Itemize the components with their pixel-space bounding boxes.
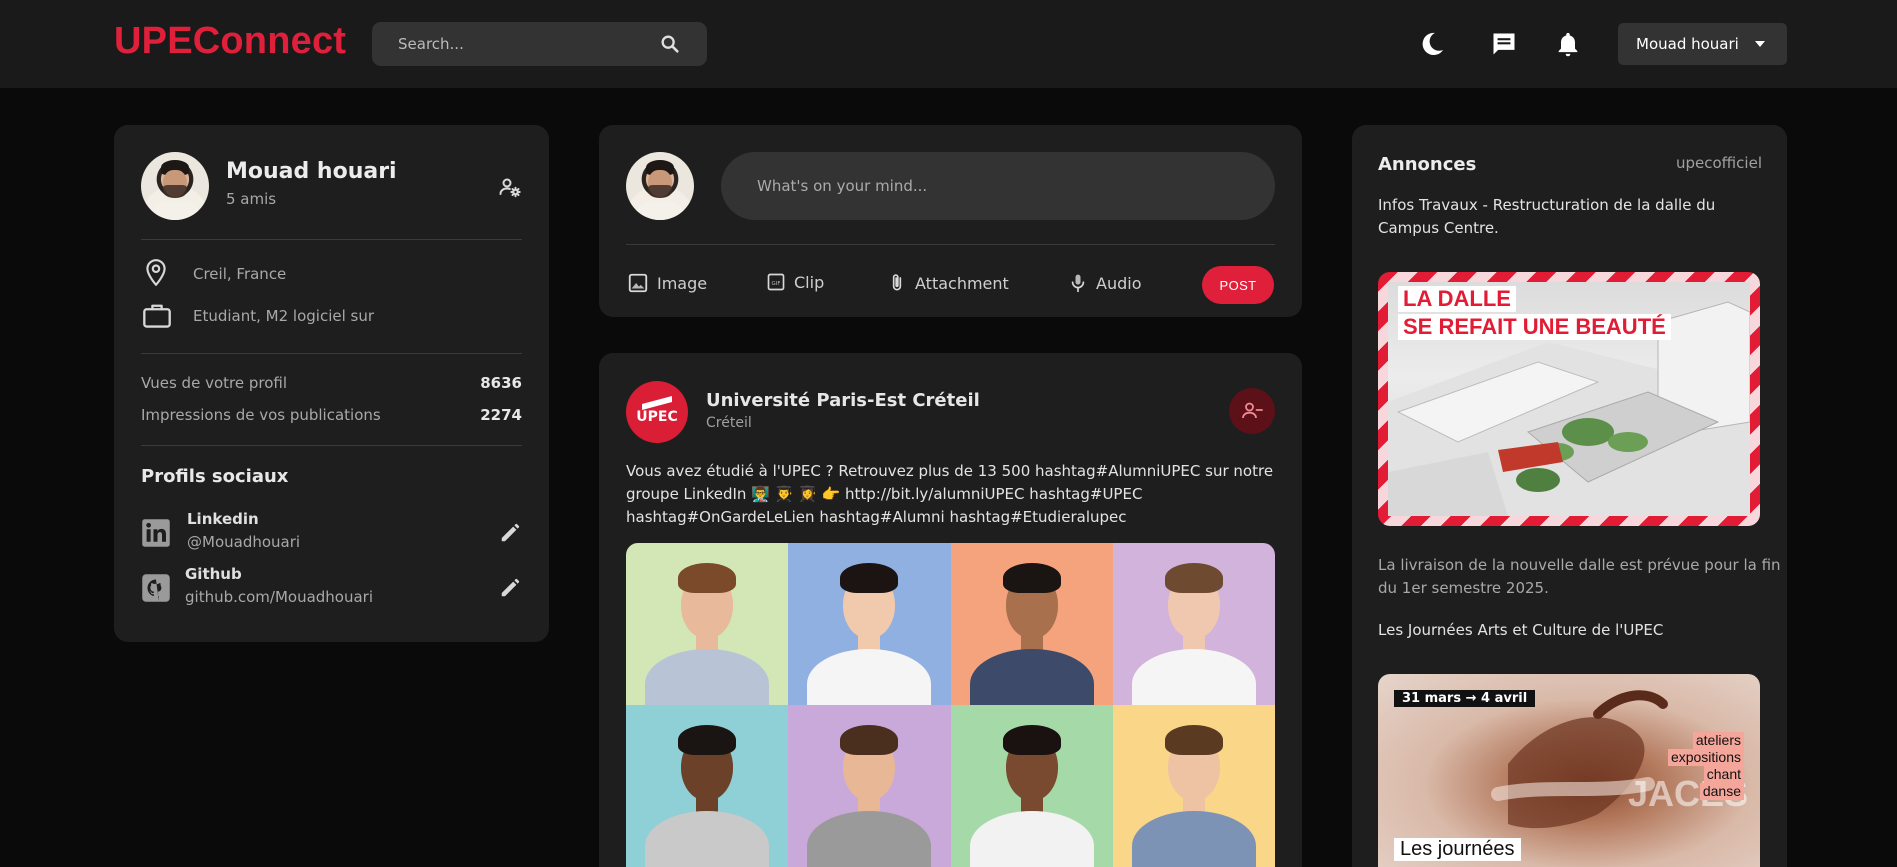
person-remove-icon [1242,402,1263,419]
announcement-text-line: Campus Centre. [1378,219,1499,237]
post-author-logo-text: UPEC [636,408,678,425]
announcements-title: Annonces [1378,154,1477,175]
post-button[interactable]: POST [1202,266,1274,304]
arts-culture-dates: 31 mars → 4 avril [1394,690,1536,707]
announcement-item-2-title[interactable]: Les Journées Arts et Culture de l'UPEC [1378,619,1663,642]
social-linkedin-name: Linkedin [187,510,259,528]
profile-name[interactable]: Mouad houari [226,159,397,184]
composer-audio-label: Audio [1096,273,1142,293]
announcement-text-line: Infos Travaux - Restructuration de la da… [1378,196,1716,214]
composer-image-label: Image [657,273,708,293]
moon-icon[interactable] [1418,30,1446,58]
edit-linkedin-icon[interactable] [499,522,521,544]
post-image-portrait [1112,705,1275,867]
social-github-handle[interactable]: github.com/Mouadhouari [185,588,373,606]
search-box[interactable] [372,22,707,66]
remove-friend-button[interactable] [1229,388,1275,434]
divider [141,445,522,446]
composer-audio-button[interactable]: Audio [1068,272,1141,294]
post-text-line: hashtag#OnGardeLeLien hashtag#Alumni has… [626,508,1127,526]
dalle-label-line1: LA DALLE [1398,286,1516,312]
navbar: UPEConnect Mouad houari [0,0,1897,88]
stat-label-impressions: Impressions de vos publications [141,406,381,424]
social-profiles-title: Profils sociaux [141,466,289,487]
user-menu-name: Mouad houari [1636,35,1739,53]
post-text-line: groupe LinkedIn 👨‍🏫 👨‍🎓 👩‍🎓 👉 http://bit… [626,485,1143,503]
post-image-grid[interactable] [626,543,1275,867]
arts-culture-tag: danse [1699,783,1744,800]
post-image-portrait [626,705,789,867]
profile-occupation: Etudiant, M2 logiciel sur [193,307,375,325]
composer-image-button[interactable]: Image [627,272,707,294]
linkedin-icon [142,519,170,547]
post-image-portrait [788,543,951,705]
arts-culture-tag: ateliers [1692,732,1744,749]
svg-text:GIF: GIF [772,281,781,287]
arts-culture-heading: Les journées [1394,838,1521,861]
composer-clip-button[interactable]: GIF Clip [766,272,824,292]
divider [141,239,522,240]
stat-label-profile-views: Vues de votre profil [141,374,288,392]
profile-avatar[interactable] [141,152,209,220]
stat-value-profile-views: 8636 [480,374,522,392]
post-image-portrait [626,543,789,705]
bell-icon[interactable] [1554,30,1582,58]
announcement-text-line: du 1er semestre 2025. [1378,579,1549,597]
post-text: Vous avez étudié à l'UPEC ? Retrouvez pl… [626,460,1276,529]
post-author-location: Créteil [706,415,752,431]
location-pin-icon [146,259,166,286]
post-text-line: Vous avez étudié à l'UPEC ? Retrouvez pl… [626,462,1274,480]
briefcase-icon [143,304,171,328]
arts-culture-tag: expositions [1667,749,1744,766]
dalle-label-line2: SE REFAIT UNE BEAUTÉ [1398,314,1671,340]
divider [141,353,522,354]
announcement-dalle-image[interactable]: LA DALLE SE REFAIT UNE BEAUTÉ [1378,272,1760,526]
post-image-portrait [788,705,951,867]
social-github-name: Github [185,565,242,583]
campus-aerial-image: LA DALLE SE REFAIT UNE BEAUTÉ [1388,282,1750,516]
brand-logo[interactable]: UPEConnect [114,20,346,63]
microphone-icon [1071,274,1085,293]
post-author-name[interactable]: Université Paris-Est Créteil [706,390,980,411]
announcement-item-1-title[interactable]: Infos Travaux - Restructuration de la da… [1378,194,1715,240]
upec-logo-mark [642,395,672,410]
social-linkedin-handle[interactable]: @Mouadhouari [187,533,300,551]
announcement-dalle-description: La livraison de la nouvelle dalle est pr… [1378,554,1781,600]
divider [626,244,1275,245]
manage-account-icon[interactable] [498,175,522,199]
search-input[interactable] [398,35,659,53]
announcement-text-line: La livraison de la nouvelle dalle est pr… [1378,556,1781,574]
post-image-portrait [1112,543,1275,705]
composer-input[interactable] [721,152,1275,220]
profile-card: Mouad houari 5 amis Creil, France Etudia… [114,125,549,642]
announcements-source[interactable]: upecofficiel [1676,154,1762,172]
image-icon [628,273,648,293]
profile-friends-count: 5 amis [226,190,277,208]
composer-attachment-button[interactable]: Attachment [887,272,1009,294]
announcement-arts-culture-image[interactable]: JACES 31 mars → 4 avril ateliers exposit… [1378,674,1760,867]
user-menu-dropdown[interactable]: Mouad houari [1618,23,1787,65]
gif-icon: GIF [767,273,785,291]
stat-value-impressions: 2274 [480,406,522,424]
post-image-portrait [950,705,1113,867]
profile-location: Creil, France [193,265,287,283]
search-icon[interactable] [659,33,681,55]
paperclip-icon [892,274,902,291]
post-author-logo[interactable]: UPEC [626,381,688,443]
composer-attachment-label: Attachment [915,273,1009,293]
arts-culture-tag: chant [1703,766,1744,783]
composer-avatar [626,152,694,220]
composer-clip-label: Clip [794,272,825,292]
message-icon[interactable] [1490,30,1518,58]
edit-github-icon[interactable] [499,577,521,599]
github-icon [142,574,170,602]
caret-down-icon [1755,41,1765,47]
post-image-portrait [950,543,1113,705]
